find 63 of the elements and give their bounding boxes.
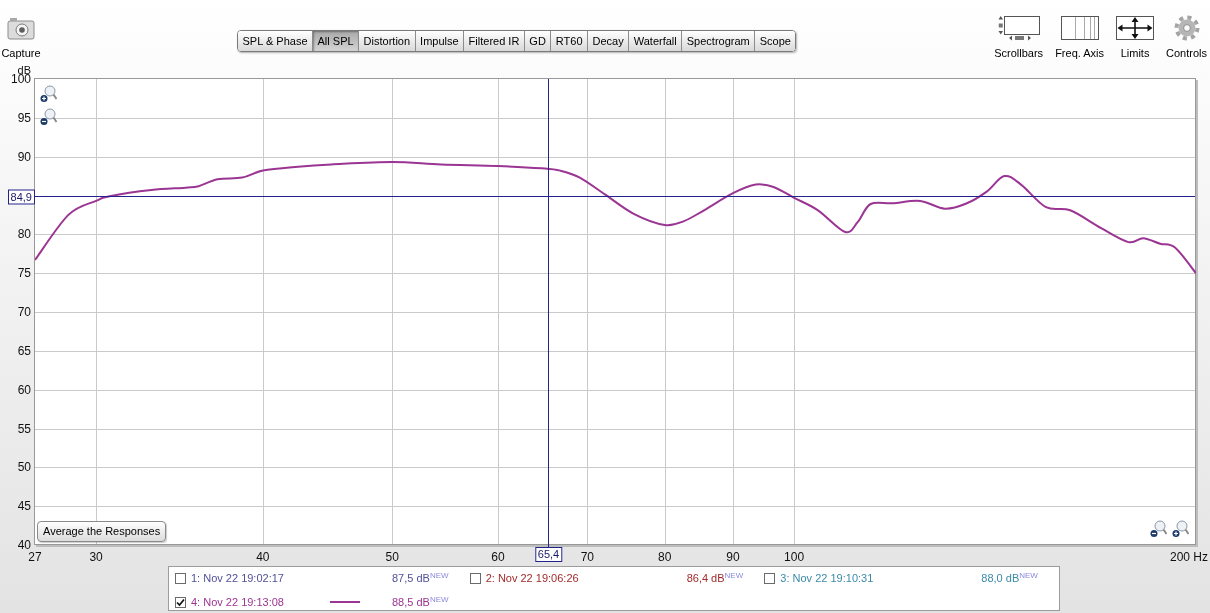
axis-tick-label: 50 <box>385 550 399 564</box>
zoom-in-icon[interactable] <box>1172 520 1189 538</box>
axis-tick-label: 40 <box>256 550 270 564</box>
axis-tick-label: 200 Hz <box>1169 550 1208 564</box>
axis-tick-label: 55 <box>17 421 31 436</box>
checkbox[interactable] <box>764 572 776 584</box>
axis-tick-label: 45 <box>17 499 31 514</box>
zoom-out-icon[interactable] <box>40 108 57 126</box>
toolbar-button[interactable]: Freq. Axis <box>1054 15 1106 60</box>
measurement-label: 1: Nov 22 19:02:17 <box>191 571 285 585</box>
tab[interactable]: Scope <box>754 31 796 51</box>
zoom-in-icon[interactable] <box>40 85 57 103</box>
checkbox[interactable] <box>175 572 186 584</box>
measurement-label: 2: Nov 22 19:06:26 <box>485 571 580 585</box>
tab[interactable]: Distortion <box>358 31 415 51</box>
axis-tick-label: 90 <box>726 550 740 564</box>
line-sample-icon <box>330 601 360 603</box>
measurement-label: 4: Nov 22 19:13:08 <box>191 595 285 609</box>
tab[interactable]: All SPL <box>312 31 359 51</box>
axis-tick-label: 60 <box>491 550 505 564</box>
axis-tick-label: 40 <box>17 538 31 552</box>
level-reading: 88,5 dB$^{NEW}$ <box>392 595 449 609</box>
cursor-frequency-readout: 65,4 <box>534 547 563 562</box>
tab[interactable]: Impulse <box>414 31 464 51</box>
tab[interactable]: Waterfall <box>628 31 682 51</box>
axis-tick-label: 50 <box>17 460 31 475</box>
measurement-label: 3: Nov 22 19:10:31 <box>780 571 875 585</box>
average-responses-button[interactable]: Average the Responses <box>37 521 167 542</box>
axis-tick-label: 27 <box>28 550 42 564</box>
toolbar-button[interactable]: Controls <box>1165 15 1208 60</box>
level-reading: 88,0 dB$^{NEW}$ <box>981 571 1038 585</box>
axis-tick-label: 90 <box>17 149 31 164</box>
axis-tick-label: 80 <box>17 227 31 242</box>
level-reading: 86,4 dB$^{NEW}$ <box>686 571 744 585</box>
checkbox[interactable] <box>175 596 186 608</box>
tab[interactable]: RT60 <box>550 31 588 51</box>
axis-tick-label: 95 <box>17 110 31 125</box>
checkbox[interactable] <box>469 572 481 584</box>
zoom-out-icon[interactable] <box>1150 520 1167 538</box>
tab[interactable]: SPL & Phase <box>238 31 313 51</box>
checkmark-icon <box>176 597 185 607</box>
camera-icon <box>7 16 35 40</box>
axis-tick-label: 60 <box>17 382 31 397</box>
axis-tick-label: 75 <box>17 266 31 281</box>
tab[interactable]: Filtered IR <box>463 31 524 51</box>
four-way-arrow-icon <box>1116 15 1155 41</box>
axis-tick-label: 100 <box>784 550 805 564</box>
window-scrollbars-icon <box>997 15 1040 41</box>
tab[interactable]: GD <box>523 31 551 51</box>
toolbar-button[interactable]: Scrollbars <box>993 15 1045 60</box>
cursor-level-readout: 84,9 <box>7 189 35 204</box>
axis-tick-label: 70 <box>17 305 31 319</box>
tab[interactable]: Decay <box>587 31 629 51</box>
capture-button[interactable]: Capture <box>1 16 41 60</box>
tab[interactable]: Spectrogram <box>681 31 755 51</box>
toolbar-button[interactable]: Limits <box>1115 15 1156 60</box>
axis-tick-label: 70 <box>580 550 594 564</box>
level-reading: 87,5 dB$^{NEW}$ <box>392 571 449 585</box>
axis-tick-label: 80 <box>658 550 672 564</box>
vertical-gridlines-icon <box>1060 15 1099 41</box>
axis-tick-label: 30 <box>89 550 103 564</box>
axis-tick-label: 65 <box>17 343 31 358</box>
gear-icon <box>1173 15 1200 41</box>
